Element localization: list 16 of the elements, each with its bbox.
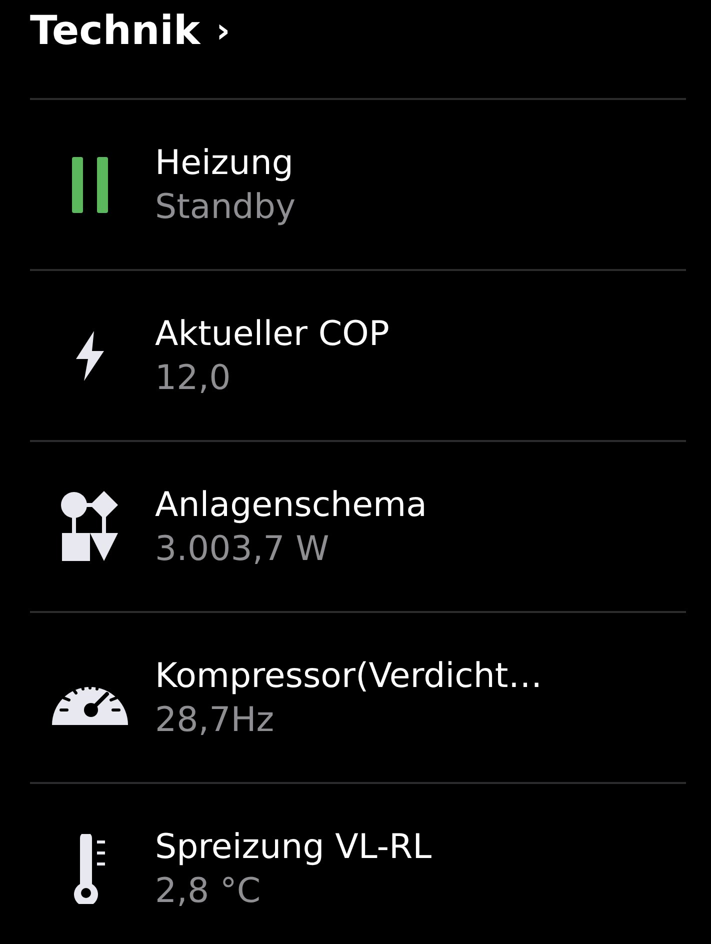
pause-icon: [70, 156, 110, 212]
item-value: 12,0: [155, 358, 232, 398]
lightning-bolt-icon: [74, 330, 106, 380]
item-title: Anlagenschema: [155, 484, 427, 524]
item-title: Spreizung VL-RL: [155, 826, 432, 866]
item-title: Kompressor(Verdicht…: [155, 656, 542, 696]
item-value: 28,7Hz: [155, 700, 276, 740]
chevron-link[interactable]: ›: [216, 11, 230, 51]
thermometer-icon: [74, 834, 106, 904]
flowchart-icon: [60, 490, 120, 562]
item-value: 3.003,7 W: [155, 528, 330, 568]
item-value: 2,8 °C: [155, 870, 262, 910]
item-title: Heizung: [155, 142, 294, 182]
section-title: Technik: [30, 8, 200, 54]
item-title: Aktueller COP: [155, 314, 390, 354]
item-value: Standby: [155, 186, 296, 226]
